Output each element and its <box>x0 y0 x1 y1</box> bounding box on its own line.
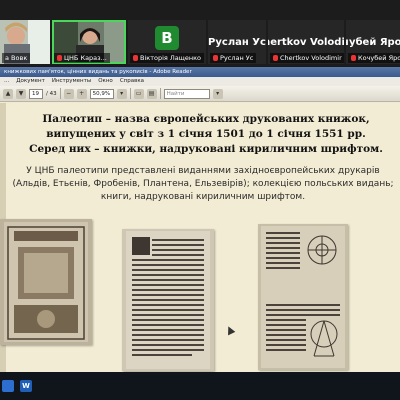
menu-item-help[interactable]: Справка <box>120 77 144 86</box>
slide-headline-line: випущених у світ з 1 січня 1501 до 1 січ… <box>46 128 366 140</box>
participant-display-name: Руслан Ус <box>208 36 266 48</box>
zoom-in-icon[interactable]: + <box>76 88 87 99</box>
participant-display-name: Chertkov Volodi... <box>268 36 344 48</box>
page-total: / 43 <box>46 90 57 97</box>
page-number-input[interactable]: 19 <box>29 88 43 99</box>
taskbar: W <box>0 372 400 400</box>
next-page-icon[interactable]: ▼ <box>16 88 26 99</box>
participant-tile[interactable]: а Вовк <box>0 20 50 64</box>
toolbar-divider <box>159 88 161 99</box>
participant-tile-active[interactable]: ЦНБ Караз... <box>52 20 126 64</box>
mic-muted-icon <box>213 55 218 61</box>
book-scan-diagram-page <box>258 224 348 370</box>
menu-bar: ... Документ Инструменты Окно Справка <box>0 77 400 86</box>
reader-toolbar: ▲ ▼ 19 / 43 − + 50,9% ▾ ▭ ▤ Найти ▾ <box>0 86 400 102</box>
menu-item[interactable]: ... <box>4 77 9 86</box>
participant-name: Руслан Ус <box>210 53 257 63</box>
participant-tile[interactable]: B Вікторія Лащенко <box>128 20 206 64</box>
search-dropdown-icon[interactable]: ▾ <box>212 88 223 99</box>
zoom-dropdown-icon[interactable]: ▾ <box>116 88 127 99</box>
window-title: книжкових пам'яток, цінних видань та рук… <box>0 67 400 77</box>
participant-tile[interactable]: Кочубей Ярос... Кочубей Ярос... <box>346 20 400 64</box>
participant-name: ЦНБ Караз... <box>54 53 110 63</box>
participant-name: Chertkov Volodimir <box>270 53 344 63</box>
toolbar-divider <box>59 88 61 99</box>
participant-name: Вікторія Лащенко <box>130 53 205 63</box>
menu-item-document[interactable]: Документ <box>16 77 45 86</box>
participant-avatar: B <box>155 26 179 50</box>
slide-body-line: У ЦНБ палеотипи представлені виданнями з… <box>26 166 380 176</box>
fit-page-icon[interactable]: ▭ <box>133 88 144 99</box>
zoom-input[interactable]: 50,9% <box>89 88 114 99</box>
mic-muted-icon <box>133 55 138 61</box>
toolbar-divider <box>129 88 131 99</box>
participant-tile[interactable]: Руслан Ус Руслан Ус <box>208 20 266 64</box>
participant-strip: а Вовк ЦНБ Караз... B Вікторія Лащенко Р… <box>0 0 400 66</box>
fit-width-icon[interactable]: ▤ <box>146 88 157 99</box>
slide-headline-line: Палеотип – назва європейських друкованих… <box>42 113 370 125</box>
participant-name: Кочубей Ярос... <box>348 53 400 63</box>
word-app-icon[interactable]: W <box>20 380 32 392</box>
participant-display-name: Кочубей Ярос... <box>346 36 400 48</box>
menu-item-tools[interactable]: Инструменты <box>52 77 91 86</box>
slide-headline-line: Серед них – книжки, надруковані кириличн… <box>29 143 383 155</box>
reader-window: книжкових пам'яток, цінних видань та рук… <box>0 67 400 372</box>
mic-muted-icon <box>351 55 356 61</box>
menu-item-window[interactable]: Окно <box>98 77 113 86</box>
participant-name: а Вовк <box>2 53 31 63</box>
prev-page-icon[interactable]: ▲ <box>3 88 13 99</box>
slide-body-line: (Альдів, Етьєнів, Фробенів, Плантена, Ел… <box>12 179 394 189</box>
mic-muted-icon <box>273 55 278 61</box>
search-input[interactable]: Найти <box>163 88 210 99</box>
book-scan-title-page <box>0 219 92 345</box>
taskbar-app-icon[interactable] <box>2 380 14 392</box>
mic-muted-icon <box>57 55 62 61</box>
slide-body-line: книги, надруковані кириличним шрифтом. <box>100 192 306 202</box>
zoom-out-icon[interactable]: − <box>63 88 74 99</box>
participant-tile[interactable]: Chertkov Volodi... Chertkov Volodimir <box>268 20 344 64</box>
book-scan-text-page <box>122 229 214 371</box>
